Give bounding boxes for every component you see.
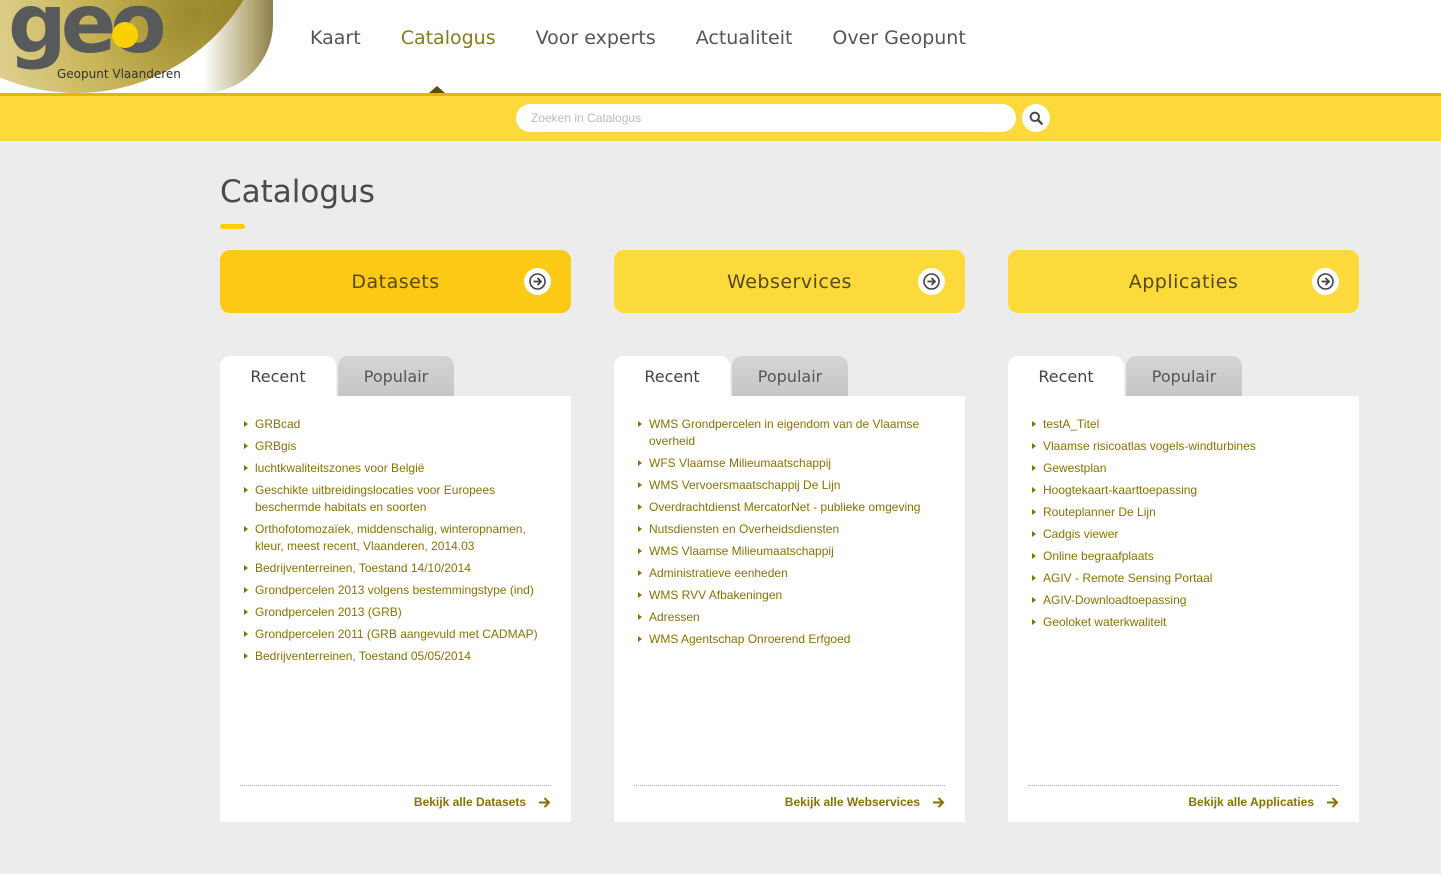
list-item[interactable]: Hoogtekaart-kaarttoepassing [1028, 482, 1339, 499]
tab-recent[interactable]: Recent [1008, 356, 1124, 396]
nav-item-catalogus[interactable]: Catalogus [401, 27, 496, 49]
list-item[interactable]: WFS Vlaamse Milieumaatschappij [634, 455, 945, 472]
list-item[interactable]: Nutsdiensten en Overheidsdiensten [634, 521, 945, 538]
list-item[interactable]: Administratieve eenheden [634, 565, 945, 582]
list-item[interactable]: Overdrachtdienst MercatorNet - publieke … [634, 499, 945, 516]
view-all-webservices-link[interactable]: Bekijk alle Webservices [785, 795, 945, 809]
list-item[interactable]: Grondpercelen 2013 (GRB) [240, 604, 551, 621]
list-item[interactable]: Grondpercelen 2011 (GRB aangevuld met CA… [240, 626, 551, 643]
datasets-column: Datasets Recent Populair GRBcad GRBgis l… [220, 250, 571, 822]
view-all-datasets-link[interactable]: Bekijk alle Datasets [414, 795, 551, 809]
applicaties-tabs: Recent Populair [1008, 353, 1359, 396]
list-item[interactable]: Bedrijventerreinen, Toestand 14/10/2014 [240, 560, 551, 577]
search-input[interactable] [516, 104, 1016, 132]
datasets-tabs: Recent Populair [220, 353, 571, 396]
tab-populair[interactable]: Populair [732, 356, 848, 396]
nav-item-voor-experts[interactable]: Voor experts [536, 27, 656, 49]
list-item[interactable]: WMS Agentschap Onroerend Erfgoed [634, 631, 945, 648]
list-item[interactable]: Orthofotomozaïek, middenschalig, wintero… [240, 521, 551, 555]
list-item[interactable]: GRBcad [240, 416, 551, 433]
applicaties-column: Applicaties Recent Populair testA_Titel … [1008, 250, 1359, 822]
applicaties-button[interactable]: Applicaties [1008, 250, 1359, 313]
tab-populair[interactable]: Populair [1126, 356, 1242, 396]
arrow-right-icon [932, 796, 945, 808]
list-item[interactable]: Geschikte uitbreidingslocaties voor Euro… [240, 482, 551, 516]
datasets-list: GRBcad GRBgis luchtkwaliteitszones voor … [240, 416, 551, 665]
logo[interactable]: geo Geopunt Vlaanderen [0, 0, 275, 93]
list-item[interactable]: Vlaamse risicoatlas vogels-windturbines [1028, 438, 1339, 455]
webservices-button-label: Webservices [727, 270, 852, 293]
active-nav-pointer-icon [429, 86, 445, 93]
applicaties-list: testA_Titel Vlaamse risicoatlas vogels-w… [1028, 416, 1339, 631]
datasets-button-label: Datasets [351, 270, 440, 293]
arrow-right-icon [538, 796, 551, 808]
search-button[interactable] [1022, 104, 1050, 132]
main-nav: Kaart Catalogus Voor experts Actualiteit… [310, 27, 1006, 49]
panel-divider [240, 785, 551, 786]
view-all-webservices-label: Bekijk alle Webservices [784, 795, 920, 809]
list-item[interactable]: Cadgis viewer [1028, 526, 1339, 543]
webservices-panel: WMS Grondpercelen in eigendom van de Vla… [614, 396, 965, 822]
arrow-right-icon [1326, 796, 1339, 808]
view-all-applicaties-link[interactable]: Bekijk alle Applicaties [1188, 795, 1339, 809]
arrow-right-circle-icon [524, 268, 551, 295]
arrow-right-circle-icon [1312, 268, 1339, 295]
logo-subtitle: Geopunt Vlaanderen [57, 67, 181, 81]
title-underline [220, 224, 245, 229]
arrow-right-circle-icon [918, 268, 945, 295]
logo-dot-icon [112, 22, 138, 48]
webservices-button[interactable]: Webservices [614, 250, 965, 313]
list-item[interactable]: luchtkwaliteitszones voor België [240, 460, 551, 477]
list-item[interactable]: Geoloket waterkwaliteit [1028, 614, 1339, 631]
list-item[interactable]: Grondpercelen 2013 volgens bestemmingsty… [240, 582, 551, 599]
search-bar [0, 93, 1441, 141]
panel-divider [1028, 785, 1339, 786]
webservices-tabs: Recent Populair [614, 353, 965, 396]
list-item[interactable]: WMS Vervoersmaatschappij De Lijn [634, 477, 945, 494]
list-item[interactable]: AGIV - Remote Sensing Portaal [1028, 570, 1339, 587]
list-item[interactable]: AGIV-Downloadtoepassing [1028, 592, 1339, 609]
site-header: geo Geopunt Vlaanderen Kaart Catalogus V… [0, 0, 1441, 93]
list-item[interactable]: GRBgis [240, 438, 551, 455]
webservices-column: Webservices Recent Populair WMS Grondper… [614, 250, 965, 822]
panel-divider [634, 785, 945, 786]
view-all-datasets-label: Bekijk alle Datasets [413, 795, 526, 809]
nav-item-actualiteit[interactable]: Actualiteit [696, 27, 793, 49]
view-all-applicaties-label: Bekijk alle Applicaties [1188, 795, 1314, 809]
tab-populair[interactable]: Populair [338, 356, 454, 396]
list-item[interactable]: Bedrijventerreinen, Toestand 05/05/2014 [240, 648, 551, 665]
tab-recent[interactable]: Recent [220, 356, 336, 396]
webservices-list: WMS Grondpercelen in eigendom van de Vla… [634, 416, 945, 648]
list-item[interactable]: Online begraafplaats [1028, 548, 1339, 565]
list-item[interactable]: Adressen [634, 609, 945, 626]
list-item[interactable]: WMS Vlaamse Milieumaatschappij [634, 543, 945, 560]
search-icon [1029, 111, 1043, 125]
datasets-button[interactable]: Datasets [220, 250, 571, 313]
list-item[interactable]: Routeplanner De Lijn [1028, 504, 1339, 521]
nav-item-over-geopunt[interactable]: Over Geopunt [832, 27, 965, 49]
nav-item-kaart[interactable]: Kaart [310, 27, 361, 49]
tab-recent[interactable]: Recent [614, 356, 730, 396]
list-item[interactable]: testA_Titel [1028, 416, 1339, 433]
list-item[interactable]: Gewestplan [1028, 460, 1339, 477]
applicaties-panel: testA_Titel Vlaamse risicoatlas vogels-w… [1008, 396, 1359, 822]
applicaties-button-label: Applicaties [1128, 270, 1239, 293]
list-item[interactable]: WMS Grondpercelen in eigendom van de Vla… [634, 416, 945, 450]
datasets-panel: GRBcad GRBgis luchtkwaliteitszones voor … [220, 396, 571, 822]
list-item[interactable]: WMS RVV Afbakeningen [634, 587, 945, 604]
page-title: Catalogus [220, 174, 375, 210]
